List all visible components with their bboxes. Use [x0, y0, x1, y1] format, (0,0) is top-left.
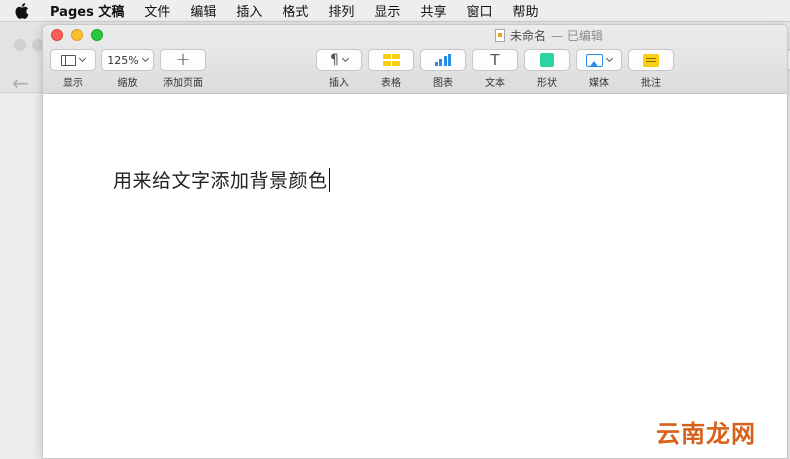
zoom-value: 125% [107, 53, 139, 67]
chart-control: 图表 [420, 49, 466, 89]
shape-icon [540, 53, 554, 67]
photo-icon [586, 53, 603, 67]
shape-control: 形状 [524, 49, 570, 89]
comment-icon [643, 53, 659, 67]
view-control: 显示 [50, 49, 96, 89]
chart-label: 图表 [433, 78, 453, 89]
comment-label: 批注 [641, 78, 661, 89]
pages-document-window: 未命名 — 已编辑 显示 125% 缩放 + 添加页面 ¶ 插入 表格 图表 T… [42, 24, 788, 459]
menu-format[interactable]: 格式 [272, 0, 318, 22]
back-arrow-icon[interactable]: ← [12, 71, 29, 95]
shape-label: 形状 [537, 78, 557, 89]
menu-file[interactable]: 文件 [134, 0, 180, 22]
comment-button[interactable] [628, 49, 674, 71]
insert-label: 插入 [329, 78, 349, 89]
view-button[interactable] [50, 49, 96, 71]
zoom-label: 缩放 [117, 78, 138, 89]
text-cursor [328, 167, 331, 192]
background-traffic-lights [14, 39, 44, 51]
body-text[interactable]: 用来给文字添加背景颜色 [113, 166, 328, 193]
fullscreen-window-icon[interactable] [91, 29, 103, 41]
sidebar-view-icon [61, 54, 76, 66]
table-icon [382, 54, 400, 66]
chevron-down-icon [605, 54, 614, 63]
text-box-icon: T [490, 51, 500, 69]
comment-control: 批注 [628, 49, 674, 89]
menu-share[interactable]: 共享 [410, 0, 456, 22]
minimize-window-icon[interactable] [71, 29, 83, 41]
text-label: 文本 [485, 78, 505, 89]
insert-button[interactable]: ¶ [316, 49, 362, 71]
document-canvas[interactable]: 用来给文字添加背景颜色 [43, 94, 787, 458]
edited-status: — 已编辑 [551, 28, 603, 43]
menu-bar: Pages 文稿 文件 编辑 插入 格式 排列 显示 共享 窗口 帮助 [0, 0, 790, 22]
media-button[interactable] [576, 49, 622, 71]
chart-button[interactable] [420, 49, 466, 71]
media-control: 媒体 [576, 49, 622, 89]
insert-control: ¶ 插入 [316, 49, 362, 89]
chevron-down-icon [341, 54, 349, 63]
add-page-button[interactable]: + [160, 49, 206, 71]
document-name[interactable]: 未命名 [510, 27, 546, 44]
table-label: 表格 [381, 78, 401, 89]
chart-icon [434, 54, 452, 66]
menu-insert[interactable]: 插入 [226, 0, 272, 22]
table-button[interactable] [368, 49, 414, 71]
close-window-icon[interactable] [51, 29, 63, 41]
menu-edit[interactable]: 编辑 [180, 0, 226, 22]
chevron-down-icon [141, 54, 149, 63]
traffic-lights [51, 29, 103, 41]
apple-menu-icon[interactable] [0, 2, 44, 19]
document-icon [495, 28, 505, 42]
menu-app-name[interactable]: Pages 文稿 [44, 0, 134, 22]
media-label: 媒体 [589, 78, 609, 89]
menu-arrange[interactable]: 排列 [318, 0, 364, 22]
table-control: 表格 [368, 49, 414, 89]
text-button[interactable]: T [472, 49, 518, 71]
add-page-control: + 添加页面 [160, 49, 206, 89]
menu-view[interactable]: 显示 [364, 0, 410, 22]
document-body[interactable]: 用来给文字添加背景颜色 [113, 166, 331, 193]
text-control: T 文本 [472, 49, 518, 89]
menu-help[interactable]: 帮助 [502, 0, 548, 22]
chevron-down-icon [78, 54, 87, 63]
view-label: 显示 [63, 78, 83, 89]
zoom-control: 125% 缩放 [101, 49, 154, 89]
paragraph-icon: ¶ [330, 52, 339, 68]
zoom-dropdown[interactable]: 125% [101, 49, 154, 71]
window-toolbar: 未命名 — 已编辑 显示 125% 缩放 + 添加页面 ¶ 插入 表格 图表 T… [43, 25, 787, 94]
plus-icon: + [175, 49, 191, 70]
menu-window[interactable]: 窗口 [456, 0, 502, 22]
add-page-label: 添加页面 [163, 78, 203, 89]
document-title: 未命名 — 已编辑 [495, 27, 603, 43]
site-watermark-logo: 云南龙网 [656, 419, 756, 448]
shape-button[interactable] [524, 49, 570, 71]
background-close-icon [14, 39, 26, 51]
